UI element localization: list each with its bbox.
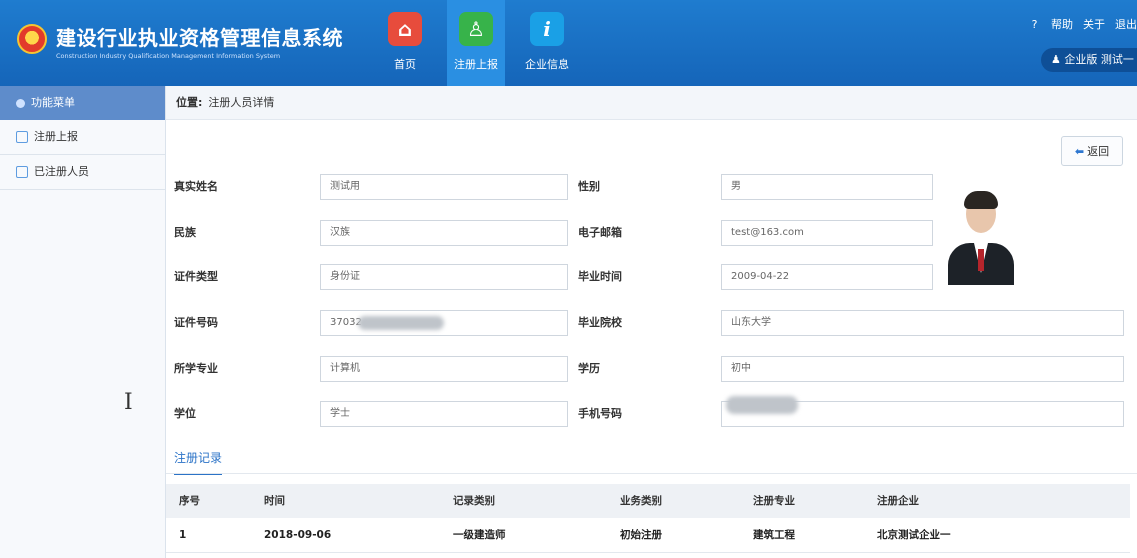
id-number-label: 证件号码 [174, 316, 218, 329]
major-field[interactable]: 计算机 [320, 356, 568, 382]
column-header: 注册企业 [877, 495, 919, 507]
column-header: 业务类别 [620, 495, 662, 507]
text-cursor-icon: I [124, 390, 133, 415]
real-name-field[interactable]: 测试用 [320, 174, 568, 200]
redaction-blur [726, 396, 798, 414]
ethnicity-field[interactable]: 汉族 [320, 220, 568, 246]
grad-date-field[interactable]: 2009-04-22 [721, 264, 933, 290]
cell-company: 北京测试企业一 [877, 529, 951, 541]
real-name-label: 真实姓名 [174, 180, 218, 193]
app-subtitle: Construction Industry Qualification Mana… [56, 52, 281, 60]
about-link[interactable]: 关于 [1083, 18, 1105, 31]
school-field[interactable]: 山东大学 [721, 310, 1124, 336]
photo-hair [964, 191, 998, 209]
user-badge[interactable]: ♟ 企业版 测试一 [1041, 48, 1137, 72]
nav-registration[interactable]: ♙ 注册上报 [447, 0, 505, 86]
cell-major: 建筑工程 [753, 529, 795, 541]
info-icon: i [530, 12, 564, 46]
arrow-left-icon: ⬅ [1074, 145, 1085, 158]
cell-business-type: 初始注册 [620, 529, 662, 541]
gender-field[interactable]: 男 [721, 174, 933, 200]
column-header: 序号 [179, 495, 200, 507]
sidebar-item-registered-staff[interactable]: 已注册人员 [0, 155, 165, 190]
nav-company-info-label: 企业信息 [525, 58, 569, 71]
list-icon [16, 166, 28, 178]
sidebar-item-label: 注册上报 [34, 130, 78, 143]
email-field[interactable]: test@163.com [721, 220, 933, 246]
ethnicity-label: 民族 [174, 226, 196, 239]
education-label: 学历 [578, 362, 600, 375]
degree-label: 学位 [174, 407, 196, 420]
breadcrumb-prefix: 位置: [176, 96, 203, 109]
logout-link[interactable]: 退出 [1115, 18, 1137, 31]
cell-date: 2018-09-06 [264, 529, 332, 541]
education-field[interactable]: 初中 [721, 356, 1124, 382]
column-header: 记录类别 [453, 495, 495, 507]
gender-label: 性别 [578, 180, 600, 193]
breadcrumb: 位置: 注册人员详情 [166, 86, 1137, 120]
records-table-header: 序号 时间 记录类别 业务类别 注册专业 注册企业 [166, 484, 1130, 518]
degree-field[interactable]: 学士 [320, 401, 568, 427]
nav-company-info[interactable]: i 企业信息 [518, 6, 576, 80]
cell-index: 1 [179, 529, 187, 541]
help-icon: ? [1031, 18, 1038, 31]
help-link[interactable]: ? 帮助 [1022, 18, 1073, 31]
id-type-field[interactable]: 身份证 [320, 264, 568, 290]
nav-registration-label: 注册上报 [454, 58, 498, 71]
sidebar-item-registration[interactable]: 注册上报 [0, 120, 165, 155]
sidebar-item-label: 已注册人员 [34, 165, 89, 178]
header-links: ? 帮助 关于 退出 [1012, 16, 1137, 32]
nav-home[interactable]: ⌂ 首页 [376, 6, 434, 80]
home-icon: ⌂ [388, 12, 422, 46]
help-label: 帮助 [1051, 18, 1073, 31]
major-label: 所学专业 [174, 362, 218, 375]
column-header: 注册专业 [753, 495, 795, 507]
sidebar-header: 功能菜单 [0, 86, 165, 120]
tab-registration-records[interactable]: 注册记录 [174, 449, 223, 475]
tab-divider [166, 473, 1137, 474]
breadcrumb-page: 注册人员详情 [208, 96, 275, 109]
sidebar: 功能菜单 注册上报 已注册人员 [0, 86, 166, 558]
phone-label: 手机号码 [578, 407, 622, 420]
grad-date-label: 毕业时间 [578, 270, 622, 283]
table-row[interactable]: 1 2018-09-06 一级建造师 初始注册 建筑工程 北京测试企业一 [166, 518, 1130, 553]
document-icon [16, 131, 28, 143]
app-title: 建设行业执业资格管理信息系统 [56, 26, 343, 50]
user-label: 企业版 测试一 [1064, 53, 1134, 66]
back-label: 返回 [1087, 145, 1110, 158]
cell-record-type: 一级建造师 [453, 529, 506, 541]
national-emblem-logo [17, 24, 47, 54]
sidebar-title: 功能菜单 [31, 96, 75, 109]
user-icon: ♟ [1051, 53, 1061, 66]
back-button[interactable]: ⬅ 返回 [1061, 136, 1123, 166]
column-header: 时间 [264, 495, 285, 507]
redaction-blur [358, 316, 444, 330]
email-label: 电子邮箱 [578, 226, 622, 239]
nav-home-label: 首页 [394, 58, 416, 71]
app-header: 建设行业执业资格管理信息系统 Construction Industry Qua… [0, 0, 1137, 86]
id-type-label: 证件类型 [174, 270, 218, 283]
school-label: 毕业院校 [578, 316, 622, 329]
person-photo [942, 185, 1020, 285]
person-search-icon: ♙ [459, 12, 493, 46]
menu-dot-icon [16, 98, 25, 108]
photo-tie [978, 249, 984, 271]
